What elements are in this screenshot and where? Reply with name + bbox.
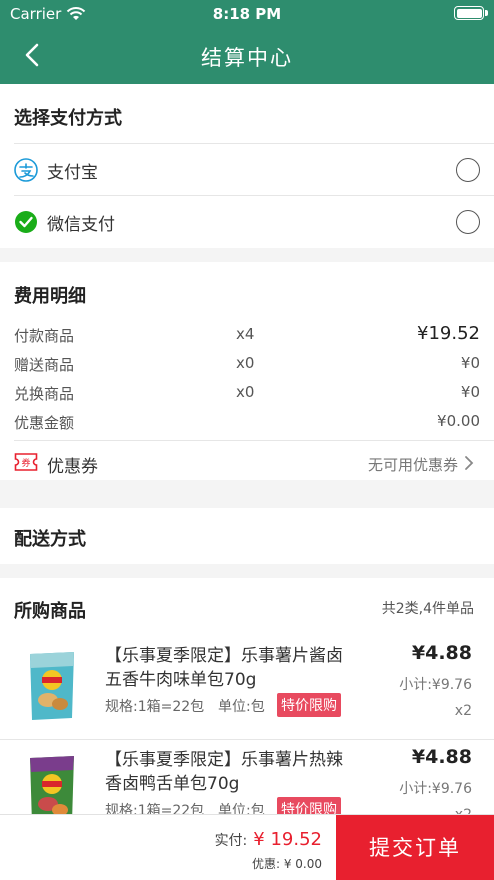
fee-row-exchange-goods: 兑换商品 x0 ¥0 bbox=[14, 378, 480, 406]
payment-option-alipay[interactable]: 支付宝 bbox=[14, 143, 494, 195]
product-image bbox=[30, 756, 74, 814]
product-unit: 单位:包 bbox=[218, 699, 265, 715]
product-unit: 单位:包 bbox=[218, 803, 265, 814]
fee-row-discount: 优惠金额 ¥0.00 bbox=[14, 407, 480, 435]
fee-row-gift-goods: 赠送商品 x0 ¥0 bbox=[14, 349, 480, 377]
payment-section: 选择支付方式 支付宝 微信支付 bbox=[0, 84, 494, 248]
product-qty: x2 bbox=[455, 807, 472, 814]
fee-title: 费用明细 bbox=[14, 286, 86, 307]
product-spec: 规格:1箱=22包 bbox=[105, 803, 205, 814]
fee-label: 付款商品 bbox=[14, 327, 75, 345]
promo-tag: 特价限购 bbox=[277, 797, 341, 814]
fee-section: 费用明细 付款商品 x4 ¥19.52 赠送商品 x0 ¥0 兑换商品 x0 ¥… bbox=[0, 262, 494, 480]
delivery-title: 配送方式 bbox=[14, 529, 86, 550]
coupon-status: 无可用优惠券 bbox=[367, 456, 458, 474]
fee-label: 优惠金额 bbox=[14, 414, 75, 432]
fee-label: 赠送商品 bbox=[14, 356, 75, 374]
paid-line: 实付: ¥ 19.52 bbox=[215, 829, 322, 850]
submit-order-button[interactable]: 提交订单 bbox=[336, 815, 494, 880]
product-subtotal: 小计:¥9.76 bbox=[399, 781, 472, 797]
goods-title: 所购商品 bbox=[14, 601, 86, 622]
list-item[interactable]: 【乐事夏季限定】乐事薯片热辣香卤鸭舌单包70g 规格:1箱=22包 单位:包 特… bbox=[0, 739, 494, 814]
coupon-icon: 券 bbox=[14, 453, 38, 471]
fee-qty: x0 bbox=[236, 354, 255, 372]
product-name: 【乐事夏季限定】乐事薯片热辣香卤鸭舌单包70g bbox=[105, 750, 343, 794]
coupon-row[interactable]: 券 优惠券 无可用优惠券 bbox=[14, 440, 494, 484]
checkout-bar: 实付: ¥ 19.52 优惠: ¥ 0.00 提交订单 bbox=[0, 814, 494, 880]
product-price: ¥4.88 bbox=[411, 746, 472, 768]
page-title: 结算中心 bbox=[201, 46, 293, 70]
product-image bbox=[30, 652, 74, 720]
promo-tag: 特价限购 bbox=[277, 693, 341, 717]
alipay-radio[interactable] bbox=[456, 158, 480, 182]
chevron-right-icon bbox=[465, 456, 474, 470]
battery-icon bbox=[454, 6, 488, 20]
fee-value: ¥0.00 bbox=[437, 412, 480, 430]
payment-option-label: 微信支付 bbox=[47, 215, 115, 235]
coupon-label: 优惠券 bbox=[47, 457, 98, 477]
product-name: 【乐事夏季限定】乐事薯片酱卤五香牛肉味单包70g bbox=[105, 646, 343, 690]
fee-value: ¥0 bbox=[460, 354, 480, 372]
product-qty: x2 bbox=[454, 703, 472, 719]
fee-row-paid-goods: 付款商品 x4 ¥19.52 bbox=[14, 320, 480, 348]
list-item[interactable]: 【乐事夏季限定】乐事薯片酱卤五香牛肉味单包70g 规格:1箱=22包 单位:包 … bbox=[0, 636, 494, 740]
wechat-radio[interactable] bbox=[456, 210, 480, 234]
product-subtotal: 小计:¥9.76 bbox=[399, 677, 472, 693]
product-spec: 规格:1箱=22包 bbox=[105, 699, 205, 715]
payment-title: 选择支付方式 bbox=[14, 108, 122, 129]
goods-summary: 共2类,4件单品 bbox=[381, 601, 474, 617]
svg-text:券: 券 bbox=[21, 457, 30, 469]
fee-value: ¥19.52 bbox=[417, 323, 480, 344]
goods-section: 所购商品 共2类,4件单品 【乐事夏季限定】乐事薯片酱卤五香牛肉味单包70g 规… bbox=[0, 578, 494, 814]
status-bar: Carrier 8:18 PM bbox=[0, 0, 494, 28]
wechat-icon bbox=[15, 211, 37, 233]
delivery-section[interactable]: 配送方式 bbox=[0, 508, 494, 564]
fee-value: ¥0 bbox=[460, 383, 480, 401]
discount-line: 优惠: ¥ 0.00 bbox=[251, 857, 322, 871]
payment-option-wechat[interactable]: 微信支付 bbox=[14, 195, 494, 247]
fee-label: 兑换商品 bbox=[14, 385, 75, 403]
paid-amount: ¥ 19.52 bbox=[253, 829, 322, 850]
alipay-icon bbox=[14, 158, 38, 182]
nav-bar: 结算中心 bbox=[0, 28, 494, 84]
paid-label: 实付: bbox=[214, 833, 248, 849]
fee-qty: x4 bbox=[236, 325, 255, 343]
clock: 8:18 PM bbox=[212, 5, 282, 23]
payment-option-label: 支付宝 bbox=[47, 163, 98, 183]
fee-qty: x0 bbox=[236, 383, 255, 401]
product-price: ¥4.88 bbox=[411, 642, 472, 664]
